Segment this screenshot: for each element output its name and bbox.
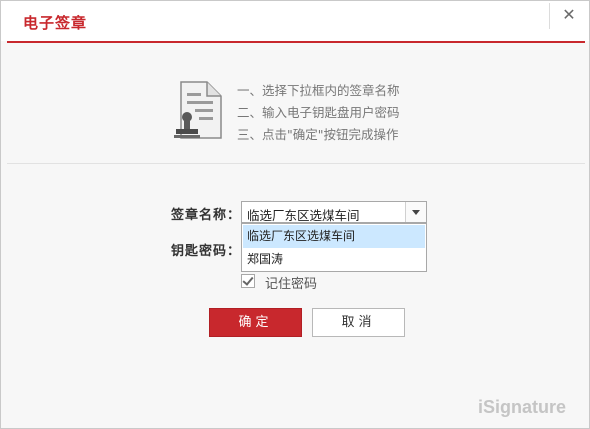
- cancel-button[interactable]: 取消: [312, 308, 405, 337]
- key-password-label: 钥匙密码：: [171, 244, 242, 259]
- brand-logo: iSignature: [478, 397, 567, 417]
- remember-password-checkbox[interactable]: [241, 274, 255, 288]
- title-separator: [549, 3, 550, 29]
- instruction-step-1: 一、选择下拉框内的签章名称: [237, 83, 400, 98]
- chevron-down-icon[interactable]: [405, 202, 426, 222]
- dialog-title: 电子签章: [23, 14, 88, 32]
- seal-name-select[interactable]: 临选厂东区选煤车间: [241, 201, 427, 223]
- title-underline: [7, 41, 585, 43]
- instruction-step-3: 三、点击"确定"按钮完成操作: [237, 127, 399, 142]
- seal-name-selected: 临选厂东区选煤车间: [247, 208, 360, 223]
- ok-button[interactable]: 确定: [209, 308, 302, 337]
- instruction-list: 一、选择下拉框内的签章名称 二、输入电子钥匙盘用户密码 三、点击"确定"按钮完成…: [237, 80, 400, 146]
- section-divider: [7, 163, 585, 164]
- instruction-step-2: 二、输入电子钥匙盘用户密码: [237, 105, 400, 120]
- title-bar: 电子签章 ✕: [1, 1, 589, 41]
- dropdown-option-seal-1[interactable]: 临选厂东区选煤车间: [243, 225, 425, 248]
- document-seal-icon: [173, 80, 227, 146]
- esignature-dialog: 电子签章 ✕ 一、选择下拉框内的签章名称 二、输入电子钥匙盘用户密码 三、点击"…: [0, 0, 590, 429]
- seal-name-label: 签章名称：: [171, 208, 242, 223]
- close-icon[interactable]: ✕: [557, 4, 581, 26]
- seal-name-dropdown-list: 临选厂东区选煤车间 郑国涛: [241, 223, 427, 272]
- remember-password-label: 记住密码: [265, 277, 318, 292]
- dropdown-option-seal-2[interactable]: 郑国涛: [243, 248, 425, 271]
